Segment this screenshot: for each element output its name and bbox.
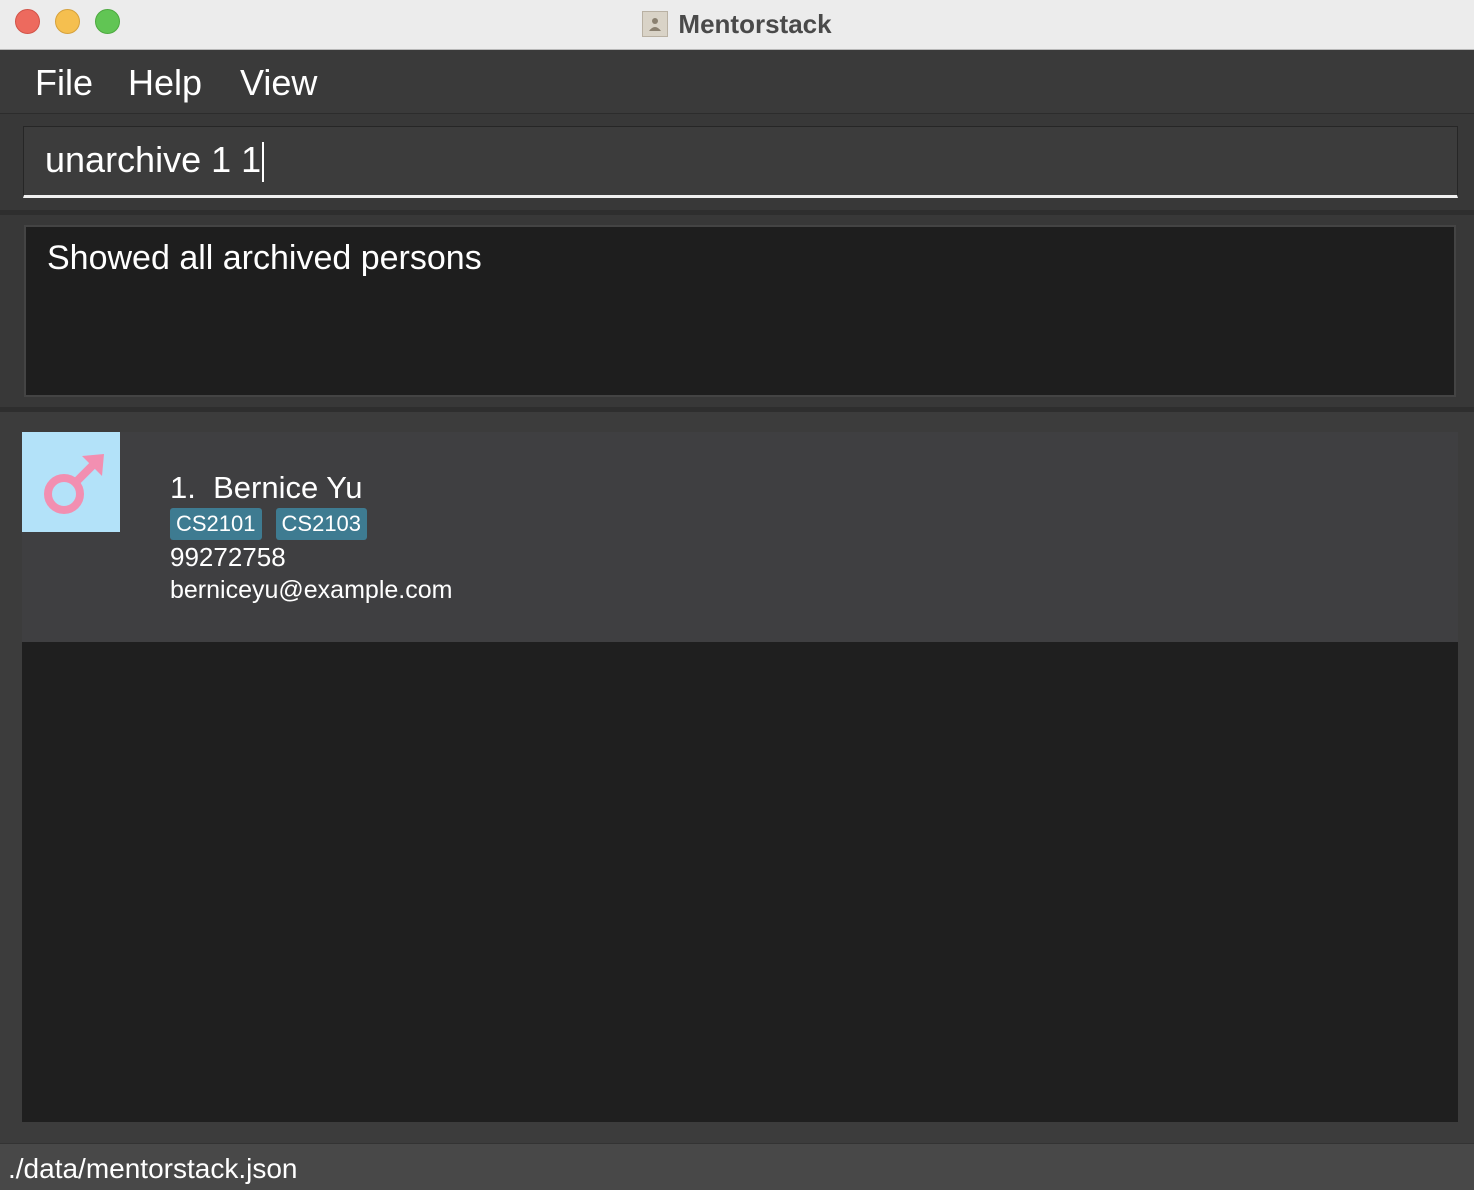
result-display-container: Showed all archived persons (0, 215, 1474, 407)
menu-view[interactable]: View (240, 62, 317, 104)
person-name-line: 1. Bernice Yu (170, 470, 362, 506)
avatar (22, 432, 120, 532)
person-index: 1. (170, 470, 196, 505)
person-name: Bernice Yu (213, 470, 363, 505)
person-phone: 99272758 (170, 542, 286, 572)
result-display: Showed all archived persons (24, 225, 1456, 397)
command-input-text[interactable]: unarchive 1 1 (45, 139, 265, 183)
tag: CS2103 (275, 508, 368, 540)
text-caret (262, 142, 265, 183)
person-list[interactable]: 1. Bernice Yu CS2101 CS2103 99272758 ber… (22, 432, 1458, 1122)
menu-file[interactable]: File (35, 62, 93, 104)
divider (0, 407, 1474, 412)
result-message: Showed all archived persons (47, 239, 482, 277)
command-input[interactable]: unarchive 1 1 (23, 126, 1458, 198)
tag: CS2101 (170, 508, 262, 540)
command-box-container: unarchive 1 1 (0, 114, 1474, 210)
menu-help[interactable]: Help (128, 62, 202, 104)
male-icon (44, 454, 104, 514)
window-title: Mentorstack (678, 8, 832, 39)
window-title-group: Mentorstack (0, 0, 1474, 48)
app-icon (642, 11, 669, 37)
menu-bar: File Help View (0, 50, 1474, 114)
title-bar: Mentorstack (0, 0, 1474, 50)
person-email: berniceyu@example.com (170, 576, 453, 604)
save-file-path: ./data/mentorstack.json (8, 1153, 298, 1184)
status-bar: ./data/mentorstack.json (0, 1143, 1474, 1190)
person-card[interactable]: 1. Bernice Yu CS2101 CS2103 99272758 ber… (22, 432, 1458, 642)
tag-list: CS2101 CS2103 (170, 508, 368, 540)
